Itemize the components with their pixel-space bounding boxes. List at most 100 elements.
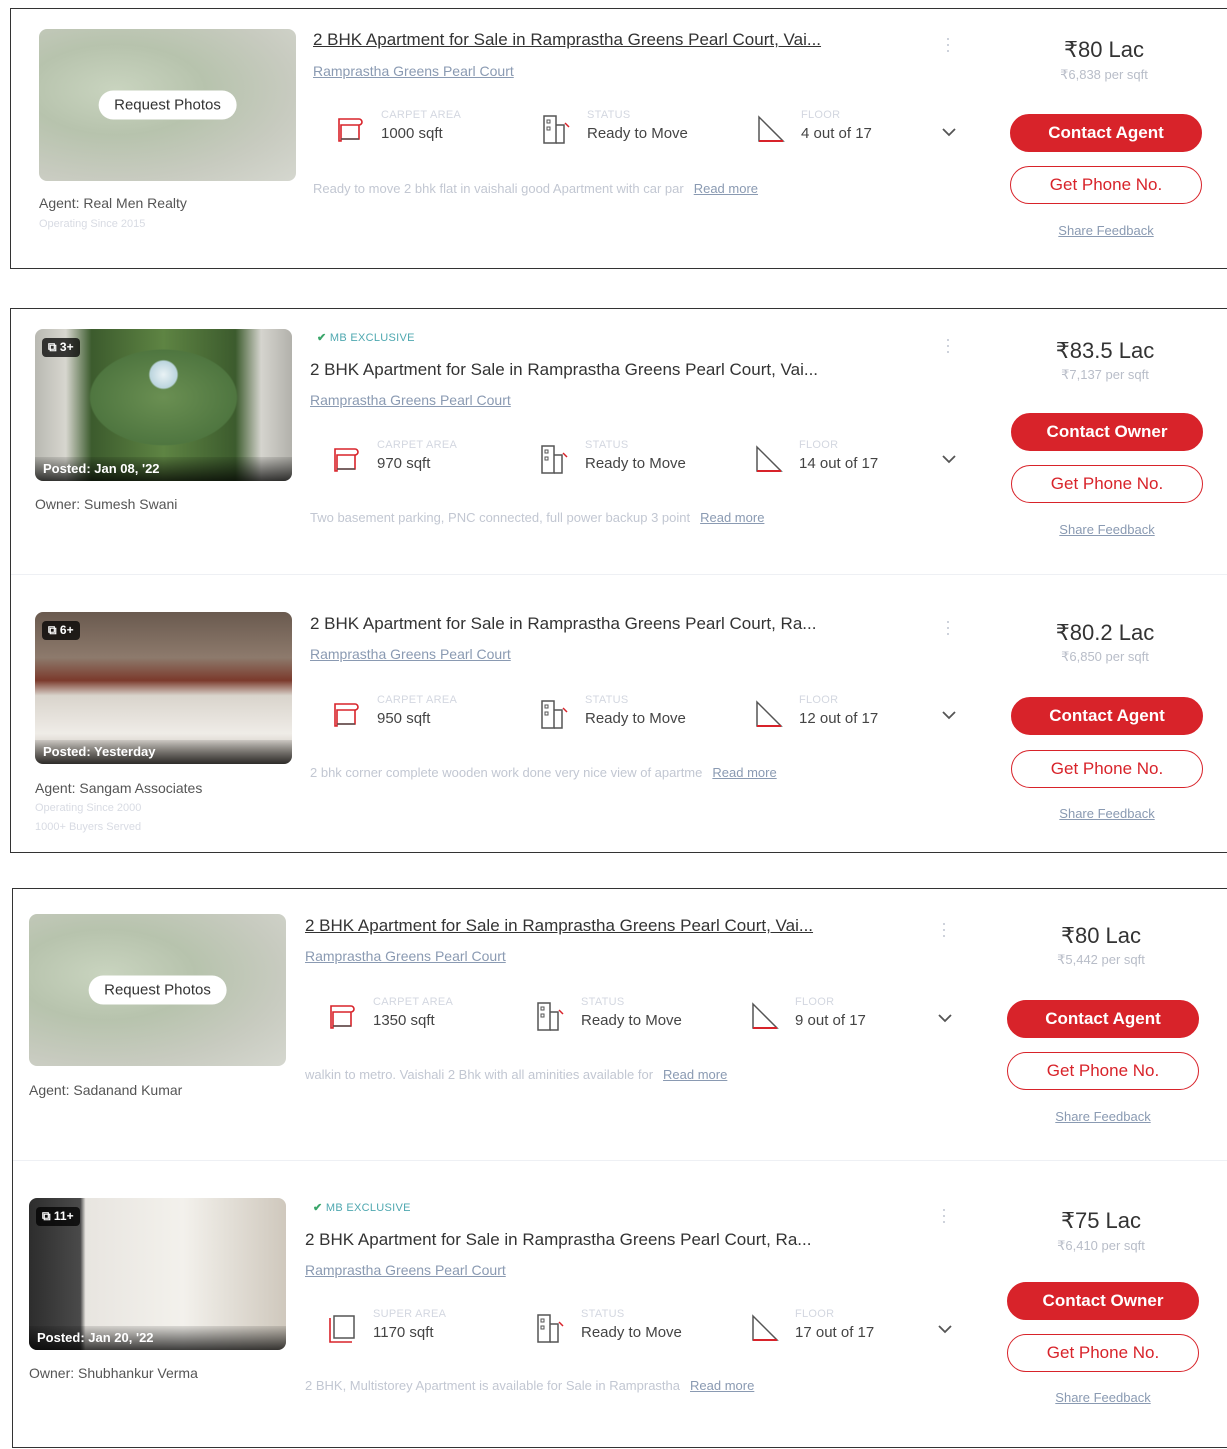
- description-text: Ready to move 2 bhk flat in vaishali goo…: [313, 181, 684, 196]
- listing-card: ⧉ 11+ Posted: Jan 20, '22 Owner: Shubhan…: [13, 1164, 1227, 1449]
- stat-value: Ready to Move: [585, 455, 686, 472]
- stat-label: CARPET AREA: [377, 694, 458, 706]
- listing-title[interactable]: 2 BHK Apartment for Sale in Ramprastha G…: [310, 614, 816, 634]
- chevron-down-icon[interactable]: [941, 710, 957, 720]
- more-options-icon[interactable]: · · ·: [945, 612, 951, 642]
- floor-icon: [756, 700, 783, 727]
- listing-group: Request Photos Agent: Real Men Realty Op…: [10, 8, 1227, 269]
- chevron-down-icon[interactable]: [941, 454, 957, 464]
- project-link[interactable]: Ramprastha Greens Pearl Court: [310, 646, 511, 662]
- posted-date: Posted: Jan 20, '22: [29, 1326, 286, 1350]
- stat-label: SUPER AREA: [373, 1308, 447, 1320]
- more-options-icon[interactable]: · · ·: [941, 914, 947, 944]
- stat-label: CARPET AREA: [381, 109, 462, 121]
- get-phone-button[interactable]: Get Phone No.: [1007, 1334, 1199, 1372]
- listing-divider: [13, 1160, 1227, 1161]
- description-text: 2 BHK, Multistorey Apartment is availabl…: [305, 1378, 681, 1393]
- read-more-link[interactable]: Read more: [694, 181, 758, 196]
- stat-label: CARPET AREA: [377, 439, 458, 451]
- stat-label: CARPET AREA: [373, 996, 454, 1008]
- get-phone-button[interactable]: Get Phone No.: [1007, 1052, 1199, 1090]
- read-more-link[interactable]: Read more: [690, 1378, 754, 1393]
- carpet-area-icon: [330, 1005, 355, 1029]
- request-photos-button[interactable]: Request Photos: [88, 975, 227, 1005]
- stat-label: STATUS: [585, 694, 629, 706]
- request-photos-button[interactable]: Request Photos: [98, 90, 237, 120]
- listing-photo[interactable]: ⧉ 6+ Posted: Yesterday: [35, 612, 292, 764]
- get-phone-button[interactable]: Get Phone No.: [1011, 750, 1203, 788]
- share-feedback-link[interactable]: Share Feedback: [1003, 1390, 1203, 1405]
- building-icon: [537, 1314, 564, 1343]
- contact-owner-button[interactable]: Contact Owner: [1007, 1282, 1199, 1320]
- carpet-area-icon: [334, 703, 359, 727]
- listing-photo[interactable]: Request Photos: [29, 914, 286, 1066]
- read-more-link[interactable]: Read more: [712, 765, 776, 780]
- listing-card: Request Photos Agent: Sadanand Kumar 2 B…: [13, 889, 1227, 1159]
- super-area-icon: [329, 1315, 355, 1343]
- description-text: 2 bhk corner complete wooden work done v…: [310, 765, 703, 780]
- photo-count: 3+: [59, 340, 74, 354]
- stat-value: 950 sqft: [377, 710, 431, 727]
- project-link[interactable]: Ramprastha Greens Pearl Court: [305, 948, 506, 964]
- listing-description: walkin to metro. Vaishali 2 Bhk with all…: [305, 1067, 727, 1082]
- listing-title[interactable]: 2 BHK Apartment for Sale in Ramprastha G…: [310, 360, 818, 380]
- building-icon: [537, 1002, 564, 1031]
- price-per-sqft: ₹7,137 per sqft: [1061, 367, 1149, 382]
- price: ₹80 Lac: [1063, 37, 1145, 62]
- get-phone-button[interactable]: Get Phone No.: [1010, 166, 1202, 204]
- listing-title[interactable]: 2 BHK Apartment for Sale in Ramprastha G…: [305, 916, 813, 936]
- read-more-link[interactable]: Read more: [663, 1067, 727, 1082]
- gallery-icon: ⧉: [48, 623, 60, 637]
- stat-value: Ready to Move: [587, 125, 688, 142]
- carpet-area-icon: [338, 118, 363, 142]
- stat-value: 1350 sqft: [373, 1012, 435, 1029]
- stat-value: 1170 sqft: [373, 1324, 434, 1341]
- share-feedback-link[interactable]: Share Feedback: [1003, 1109, 1203, 1124]
- project-link[interactable]: Ramprastha Greens Pearl Court: [305, 1262, 506, 1278]
- gallery-icon: ⧉: [48, 340, 60, 354]
- stat-label: FLOOR: [799, 439, 839, 451]
- exclusive-label: MB EXCLUSIVE: [325, 1202, 411, 1214]
- share-feedback-link[interactable]: Share Feedback: [1007, 522, 1207, 537]
- more-options-icon[interactable]: · · ·: [945, 29, 951, 59]
- listing-description: Two basement parking, PNC connected, ful…: [310, 510, 764, 525]
- listing-group: Request Photos Agent: Sadanand Kumar 2 B…: [12, 888, 1227, 1448]
- share-feedback-link[interactable]: Share Feedback: [1006, 223, 1206, 238]
- more-options-icon[interactable]: · · ·: [941, 1200, 947, 1230]
- listing-card: Request Photos Agent: Real Men Realty Op…: [11, 9, 1227, 270]
- chevron-down-icon[interactable]: [937, 1013, 953, 1023]
- listing-group: ⧉ 3+ Posted: Jan 08, '22 Owner: Sumesh S…: [10, 308, 1227, 853]
- listing-description: Ready to move 2 bhk flat in vaishali goo…: [313, 181, 758, 196]
- posted-date: Posted: Yesterday: [35, 740, 292, 764]
- contact-agent-button[interactable]: Contact Agent: [1010, 114, 1202, 152]
- listing-photo[interactable]: ⧉ 11+ Posted: Jan 20, '22: [29, 1198, 286, 1350]
- floor-icon: [758, 115, 785, 142]
- stat-value: 17 out of 17: [795, 1324, 875, 1341]
- contact-owner-button[interactable]: Contact Owner: [1011, 413, 1203, 451]
- stat-label: FLOOR: [801, 109, 841, 121]
- carpet-area-icon: [334, 448, 359, 472]
- building-icon: [543, 115, 570, 144]
- listing-photo[interactable]: ⧉ 3+ Posted: Jan 08, '22: [35, 329, 292, 481]
- posted-date: Posted: Jan 08, '22: [35, 457, 292, 481]
- chevron-down-icon[interactable]: [941, 127, 957, 137]
- project-link[interactable]: Ramprastha Greens Pearl Court: [313, 63, 514, 79]
- listing-title[interactable]: 2 BHK Apartment for Sale in Ramprastha G…: [313, 30, 821, 50]
- read-more-link[interactable]: Read more: [700, 510, 764, 525]
- photo-count-badge: ⧉ 11+: [36, 1207, 80, 1226]
- chevron-down-icon[interactable]: [937, 1324, 953, 1334]
- contact-agent-button[interactable]: Contact Agent: [1011, 697, 1203, 735]
- listing-title[interactable]: 2 BHK Apartment for Sale in Ramprastha G…: [305, 1230, 811, 1250]
- share-feedback-link[interactable]: Share Feedback: [1007, 806, 1207, 821]
- project-link[interactable]: Ramprastha Greens Pearl Court: [310, 392, 511, 408]
- price: ₹80.2 Lac: [1055, 620, 1155, 645]
- stat-label: STATUS: [581, 1308, 625, 1320]
- get-phone-button[interactable]: Get Phone No.: [1011, 465, 1203, 503]
- more-options-icon[interactable]: · · ·: [945, 330, 951, 360]
- contact-agent-button[interactable]: Contact Agent: [1007, 1000, 1199, 1038]
- description-text: walkin to metro. Vaishali 2 Bhk with all…: [305, 1067, 654, 1082]
- listing-description: 2 BHK, Multistorey Apartment is availabl…: [305, 1378, 754, 1393]
- stat-value: 4 out of 17: [801, 125, 872, 142]
- listing-card: ⧉ 3+ Posted: Jan 08, '22 Owner: Sumesh S…: [11, 309, 1227, 573]
- listing-photo[interactable]: Request Photos: [39, 29, 296, 181]
